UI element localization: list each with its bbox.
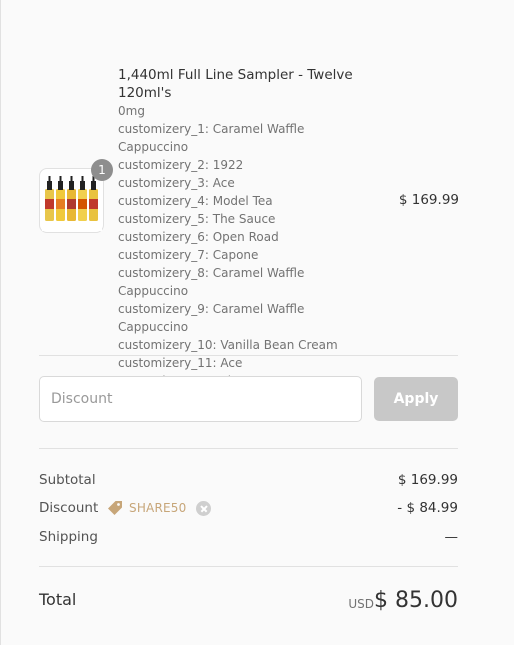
product-info: 1,440ml Full Line Sampler - Twelve 120ml… [118,66,368,390]
total-label: Total [39,590,77,609]
variant-line: customizery_6: Open Road [118,230,279,244]
variant-line: customizery_11: Ace [118,356,243,370]
applied-discount-code: SHARE50 [107,500,212,516]
product-variant-list: 0mg customizery_1: Caramel Waffle Cappuc… [118,102,368,390]
variant-line: customizery_9: Caramel Waffle Cappuccino [118,302,305,334]
shipping-value: — [444,529,459,545]
product-bottles-image [42,171,102,231]
apply-discount-button[interactable]: Apply [374,377,458,421]
tag-icon [108,501,122,515]
total-value: $ 85.00 [374,588,458,613]
discount-code-input[interactable] [39,376,362,422]
shipping-row: Shipping — [39,529,458,549]
variant-line: 0mg [118,104,145,118]
remove-discount-icon[interactable] [196,500,212,516]
subtotal-label: Subtotal [39,472,96,488]
subtotal-value: $ 169.99 [397,472,458,488]
subtotal-row: Subtotal $ 169.99 [39,472,458,492]
discount-code-text: SHARE50 [129,501,187,515]
divider [39,448,458,449]
discount-value: - $ 84.99 [397,500,458,516]
variant-line: customizery_2: 1922 [118,158,244,172]
product-price: $ 169.99 [398,192,459,208]
total-currency: USD [348,597,374,611]
divider [39,566,458,567]
variant-line: customizery_10: Vanilla Bean Cream [118,338,338,352]
variant-line: customizery_3: Ace [118,176,235,190]
variant-line: customizery_8: Caramel Waffle Cappuccino [118,266,305,298]
discount-row: Discount SHARE50 - $ 84.99 [39,500,458,520]
variant-line: customizery_5: The Sauce [118,212,276,226]
product-thumbnail: 1 [39,159,113,233]
product-title: 1,440ml Full Line Sampler - Twelve 120ml… [118,67,353,101]
variant-line: customizery_4: Model Tea [118,194,273,208]
total-row: Total USD $ 85.00 [39,588,458,616]
order-summary-panel: 1 1,440ml Full Line Sampler - Twelve 120… [0,0,514,645]
variant-line: customizery_1: Caramel Waffle Cappuccino [118,122,305,154]
shipping-label: Shipping [39,529,98,545]
quantity-badge: 1 [91,159,113,181]
discount-label: Discount [39,500,99,516]
divider [39,355,458,356]
variant-line: customizery_7: Capone [118,248,259,262]
